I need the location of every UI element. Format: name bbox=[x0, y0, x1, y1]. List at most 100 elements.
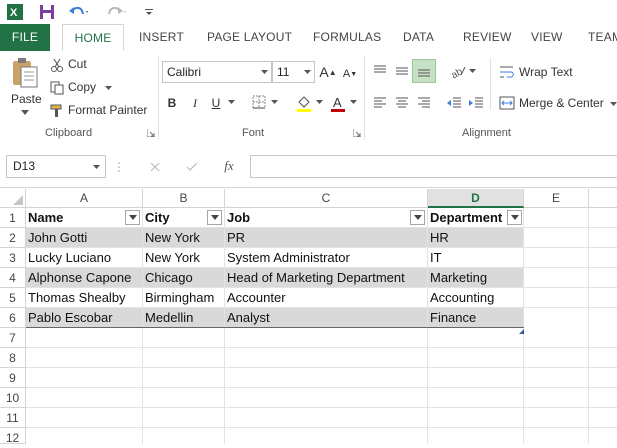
select-all-button[interactable] bbox=[0, 189, 26, 208]
column-header-f[interactable] bbox=[589, 189, 617, 208]
paste-icon[interactable] bbox=[8, 56, 42, 92]
tab-home[interactable]: HOME bbox=[62, 24, 124, 51]
grow-font-button[interactable]: A ▲ bbox=[319, 62, 336, 82]
cell-name[interactable]: Alphonse Capone bbox=[26, 268, 131, 288]
cell-city[interactable]: Medellin bbox=[143, 308, 193, 328]
format-painter-button[interactable]: Format Painter bbox=[68, 103, 147, 117]
clipboard-launcher-icon[interactable] bbox=[146, 128, 155, 137]
tab-team[interactable]: TEAM bbox=[588, 24, 617, 51]
enter-icon[interactable] bbox=[183, 158, 201, 176]
row-header[interactable]: 9 bbox=[0, 368, 26, 388]
cell-job[interactable]: Analyst bbox=[225, 308, 270, 328]
italic-button[interactable]: I bbox=[187, 94, 203, 112]
bold-button[interactable]: B bbox=[164, 94, 180, 112]
merge-center-dropdown-icon[interactable] bbox=[609, 100, 617, 108]
borders-icon[interactable] bbox=[250, 93, 268, 111]
tab-review[interactable]: REVIEW bbox=[463, 24, 512, 51]
cell-city[interactable]: New York bbox=[143, 248, 200, 268]
orientation-dropdown-icon[interactable] bbox=[468, 67, 476, 75]
paste-dropdown-icon[interactable] bbox=[20, 108, 30, 116]
tab-data[interactable]: DATA bbox=[403, 24, 434, 51]
column-header-e[interactable]: E bbox=[524, 189, 589, 208]
row-header[interactable]: 12 bbox=[0, 428, 26, 445]
align-right-icon[interactable] bbox=[414, 94, 434, 112]
fill-color-icon[interactable] bbox=[294, 93, 314, 113]
wrap-text-button[interactable]: Wrap Text bbox=[519, 65, 573, 79]
cut-icon[interactable] bbox=[49, 57, 65, 73]
increase-indent-icon[interactable] bbox=[466, 94, 486, 112]
format-painter-icon[interactable] bbox=[49, 103, 65, 119]
cell-name[interactable]: John Gotti bbox=[26, 228, 87, 248]
customize-qat-icon[interactable] bbox=[142, 2, 156, 22]
row-header[interactable]: 5 bbox=[0, 288, 26, 308]
row-header[interactable]: 10 bbox=[0, 388, 26, 408]
wrap-text-icon[interactable] bbox=[498, 63, 516, 81]
shrink-font-button[interactable]: A ▼ bbox=[342, 64, 358, 84]
align-middle-icon[interactable] bbox=[392, 60, 412, 82]
column-header-c[interactable]: C bbox=[225, 189, 428, 208]
filter-dropdown-icon[interactable] bbox=[410, 210, 425, 225]
cell-job[interactable]: System Administrator bbox=[225, 248, 350, 268]
tab-insert[interactable]: INSERT bbox=[139, 24, 184, 51]
cut-button[interactable]: Cut bbox=[68, 57, 87, 71]
filter-dropdown-icon[interactable] bbox=[207, 210, 222, 225]
font-family-select[interactable]: Calibri bbox=[162, 61, 272, 83]
column-header-a[interactable]: A bbox=[26, 189, 143, 208]
tab-file[interactable]: FILE bbox=[0, 24, 50, 51]
tab-view[interactable]: VIEW bbox=[531, 24, 562, 51]
row-header[interactable]: 2 bbox=[0, 228, 26, 248]
align-center-icon[interactable] bbox=[392, 94, 412, 112]
cell-city[interactable]: New York bbox=[143, 228, 200, 248]
cell-department[interactable]: Finance bbox=[428, 308, 476, 328]
row-header[interactable]: 6 bbox=[0, 308, 26, 328]
row-header[interactable]: 1 bbox=[0, 208, 26, 228]
cell-department[interactable]: Accounting bbox=[428, 288, 494, 308]
name-box[interactable]: D13 bbox=[6, 155, 106, 178]
font-size-select[interactable]: 11 bbox=[272, 61, 315, 83]
decrease-indent-icon[interactable] bbox=[444, 94, 464, 112]
row-header[interactable]: 3 bbox=[0, 248, 26, 268]
insert-function-button[interactable]: fx bbox=[218, 157, 240, 175]
cell-name[interactable]: Pablo Escobar bbox=[26, 308, 113, 328]
column-header-b[interactable]: B bbox=[143, 189, 225, 208]
font-color-dropdown-icon[interactable] bbox=[349, 98, 357, 106]
formula-input[interactable] bbox=[250, 155, 617, 178]
paste-label[interactable]: Paste bbox=[11, 92, 42, 106]
font-color-icon[interactable]: A bbox=[328, 93, 348, 113]
row-header[interactable]: 7 bbox=[0, 328, 26, 348]
table-resize-handle-icon[interactable] bbox=[519, 323, 524, 334]
cancel-icon[interactable] bbox=[146, 158, 164, 176]
cell-city[interactable]: Birmingham bbox=[143, 288, 214, 308]
merge-center-icon[interactable] bbox=[498, 94, 516, 112]
cell-city[interactable]: Chicago bbox=[143, 268, 193, 288]
font-launcher-icon[interactable] bbox=[352, 128, 361, 137]
underline-dropdown-icon[interactable] bbox=[227, 98, 235, 106]
fill-color-dropdown-icon[interactable] bbox=[315, 98, 323, 106]
align-left-icon[interactable] bbox=[370, 94, 390, 112]
cell-department[interactable]: HR bbox=[428, 228, 449, 248]
underline-button[interactable]: U bbox=[208, 94, 224, 112]
filter-dropdown-icon[interactable] bbox=[125, 210, 140, 225]
orientation-icon[interactable]: ab bbox=[447, 60, 469, 82]
redo-icon[interactable] bbox=[104, 2, 130, 22]
align-bottom-icon[interactable] bbox=[412, 59, 436, 83]
row-header[interactable]: 8 bbox=[0, 348, 26, 368]
cell-department[interactable]: IT bbox=[428, 248, 442, 268]
cell-job[interactable]: Head of Marketing Department bbox=[225, 268, 405, 288]
cell-name[interactable]: Thomas Shealby bbox=[26, 288, 126, 308]
borders-dropdown-icon[interactable] bbox=[270, 98, 278, 106]
column-header-d[interactable]: D bbox=[428, 189, 524, 208]
tab-formulas[interactable]: FORMULAS bbox=[313, 24, 381, 51]
cell-department[interactable]: Marketing bbox=[428, 268, 487, 288]
copy-button[interactable]: Copy bbox=[68, 80, 96, 94]
save-icon[interactable] bbox=[36, 2, 58, 22]
undo-icon[interactable] bbox=[66, 2, 92, 22]
header-cell-job[interactable]: Job bbox=[225, 208, 428, 228]
cell-job[interactable]: Accounter bbox=[225, 288, 286, 308]
copy-dropdown-icon[interactable] bbox=[104, 84, 112, 92]
row-header[interactable]: 11 bbox=[0, 408, 26, 428]
cell-name[interactable]: Lucky Luciano bbox=[26, 248, 111, 268]
merge-center-button[interactable]: Merge & Center bbox=[519, 96, 604, 110]
cell-job[interactable]: PR bbox=[225, 228, 245, 248]
copy-icon[interactable] bbox=[49, 80, 65, 96]
